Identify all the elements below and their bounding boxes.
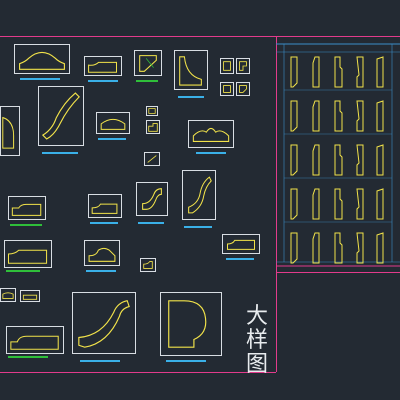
hill-profile[interactable] [84, 240, 120, 266]
section-profile[interactable] [334, 56, 344, 90]
large-crown-profile[interactable] [160, 292, 222, 356]
arch-profile[interactable] [96, 112, 130, 134]
crown-molding-profile[interactable] [38, 86, 84, 146]
small-block-profile[interactable] [0, 288, 16, 302]
dimension-label [10, 224, 42, 226]
sheet-border-bottom [0, 372, 276, 373]
dimension-label [226, 258, 254, 260]
section-profile[interactable] [290, 144, 300, 178]
dimension-label [90, 222, 118, 224]
section-profile[interactable] [356, 188, 366, 222]
base-step-profile[interactable] [6, 326, 64, 354]
section-profile[interactable] [312, 144, 322, 178]
hill-profile[interactable] [4, 240, 52, 268]
section-profile[interactable] [312, 188, 322, 222]
arch-crown-profile[interactable] [14, 44, 70, 74]
cad-drawing-canvas[interactable]: 大 样 图 [0, 0, 400, 400]
detail-area-bottom [276, 272, 400, 273]
section-profile[interactable] [376, 232, 386, 266]
dimension-label [98, 138, 126, 140]
s-curve-profile[interactable] [136, 182, 168, 216]
step-profile[interactable] [146, 120, 160, 134]
small-block-profile[interactable] [146, 106, 158, 116]
sheet-border-top [0, 36, 400, 37]
section-profile[interactable] [334, 144, 344, 178]
dimension-label [166, 360, 206, 362]
section-profile[interactable] [312, 100, 322, 134]
ogee-base-profile[interactable] [84, 56, 122, 76]
large-cove-profile[interactable] [72, 292, 136, 354]
section-profile[interactable] [376, 144, 386, 178]
base-step-profile[interactable] [88, 194, 122, 218]
section-profile[interactable] [356, 56, 366, 90]
dimension-label [42, 152, 78, 154]
step-profile[interactable] [236, 58, 250, 74]
section-profile[interactable] [356, 232, 366, 266]
section-profiles-group [276, 38, 400, 272]
large-crown-profile[interactable] [182, 170, 216, 220]
section-profile[interactable] [290, 188, 300, 222]
section-profile[interactable] [290, 232, 300, 266]
corner-square-profile[interactable] [134, 50, 162, 76]
quarter-round-profile[interactable] [0, 106, 20, 156]
dimension-label [88, 80, 118, 82]
section-profile[interactable] [356, 100, 366, 134]
section-profile[interactable] [356, 144, 366, 178]
cove-profile[interactable] [144, 152, 160, 166]
title-char-3: 图 [246, 352, 269, 377]
corner-cove-profile[interactable] [174, 50, 208, 90]
dimension-label [20, 78, 60, 80]
section-profile[interactable] [312, 232, 322, 266]
dimension-label [80, 360, 120, 362]
dimension-label [86, 270, 116, 272]
dimension-label [138, 222, 164, 224]
small-block-profile[interactable] [220, 82, 234, 96]
section-profile[interactable] [290, 100, 300, 134]
small-block-profile[interactable] [220, 58, 234, 74]
section-profile[interactable] [376, 100, 386, 134]
small-block-profile[interactable] [20, 290, 40, 302]
wave-profile[interactable] [188, 120, 234, 148]
small-block-profile[interactable] [140, 258, 156, 272]
dimension-label [6, 270, 40, 272]
dimension-label [178, 96, 204, 98]
step-profile[interactable] [236, 82, 250, 96]
section-profile[interactable] [290, 56, 300, 90]
section-profile[interactable] [312, 56, 322, 90]
section-profile[interactable] [334, 188, 344, 222]
dimension-label [136, 80, 158, 82]
corner-molding-profile[interactable] [222, 234, 260, 254]
dimension-label [184, 226, 212, 228]
section-profile[interactable] [334, 100, 344, 134]
section-profile[interactable] [376, 188, 386, 222]
dimension-label [196, 152, 226, 154]
section-profile[interactable] [376, 56, 386, 90]
dimension-label [8, 356, 48, 358]
section-profile[interactable] [334, 232, 344, 266]
title-char-2: 样 [246, 328, 269, 353]
title-char-1: 大 [246, 304, 269, 329]
detail-sections-panel[interactable] [276, 38, 400, 272]
base-step-profile[interactable] [8, 196, 46, 220]
